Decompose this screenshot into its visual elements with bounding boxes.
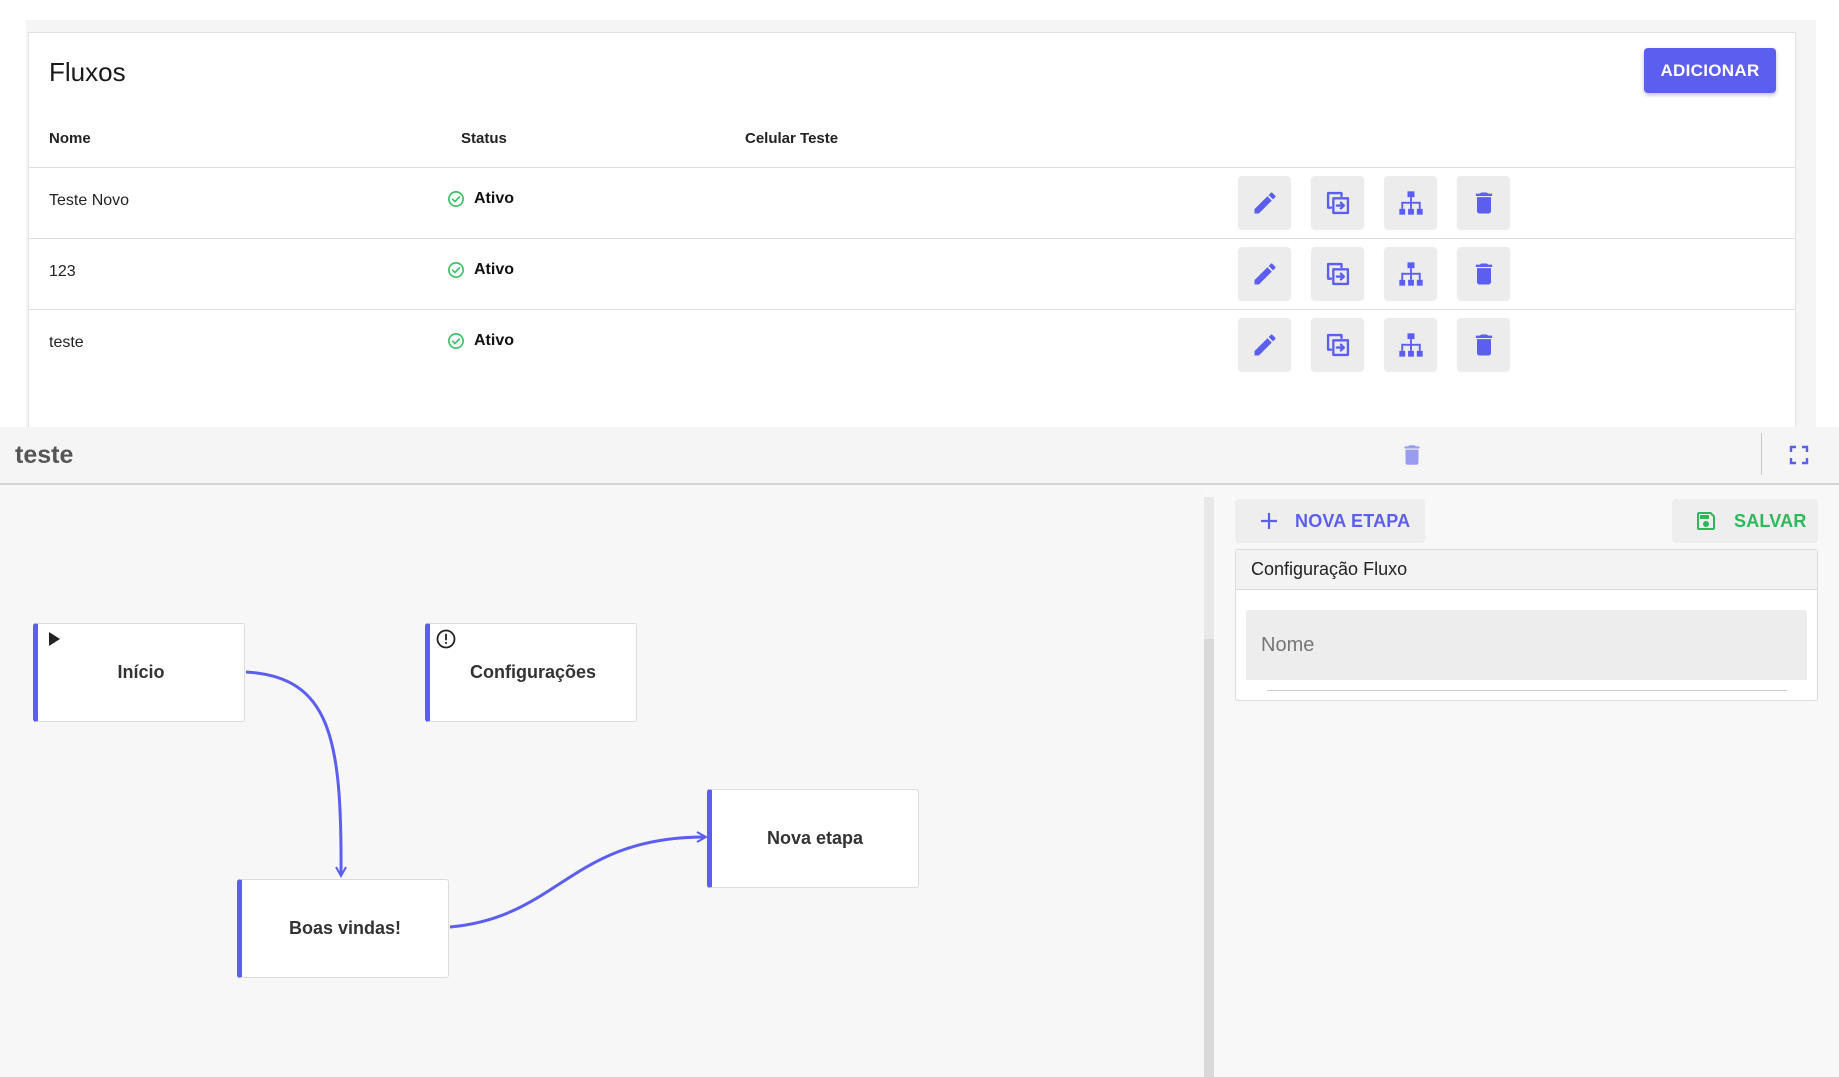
edit-icon	[1254, 333, 1276, 355]
row-status: Ativo	[447, 261, 514, 279]
flow-config-card: Configuração Fluxo	[1235, 549, 1818, 701]
duplicate-button[interactable]	[1311, 247, 1364, 300]
row-actions	[1238, 247, 1510, 300]
edge-start-to-welcome[interactable]	[245, 670, 341, 875]
column-header-test-phone[interactable]: Celular Teste	[745, 130, 838, 147]
save-label: SALVAR	[1734, 510, 1807, 531]
sitemap-icon	[1398, 332, 1423, 357]
row-name: teste	[49, 334, 84, 351]
check-circle-icon	[448, 191, 464, 207]
trash-icon	[1475, 334, 1492, 355]
edit-button[interactable]	[1238, 247, 1291, 300]
duplicate-button[interactable]	[1311, 318, 1364, 371]
fullscreen-button[interactable]	[1781, 437, 1817, 473]
play-icon	[49, 632, 60, 646]
flow-diagram-button[interactable]	[1384, 176, 1437, 229]
node-welcome[interactable]: Boas vindas!	[237, 879, 449, 978]
table-row: teste Ativo	[29, 310, 1795, 381]
row-actions	[1238, 318, 1510, 371]
node-new-step[interactable]: Nova etapa	[707, 789, 919, 888]
trash-icon	[1404, 445, 1420, 465]
fullscreen-icon	[1789, 445, 1809, 465]
flows-panel: Fluxos ADICIONAR Nome Status Celular Tes…	[28, 32, 1796, 427]
editor-title: teste	[15, 441, 74, 469]
node-label: Boas vindas!	[288, 918, 402, 938]
node-settings[interactable]: Configurações	[425, 623, 637, 722]
status-text: Ativo	[474, 261, 514, 278]
delete-button[interactable]	[1457, 176, 1510, 229]
row-actions	[1238, 176, 1510, 229]
sitemap-icon	[1398, 261, 1423, 286]
check-circle-icon	[448, 262, 464, 278]
flow-edges	[245, 670, 1204, 929]
delete-flow-button[interactable]	[1394, 437, 1430, 473]
table-row: 123 Ativo	[29, 239, 1795, 310]
save-button[interactable]: SALVAR	[1672, 499, 1818, 543]
node-label: Configurações	[469, 662, 597, 682]
row-status: Ativo	[447, 190, 514, 208]
edit-button[interactable]	[1238, 176, 1291, 229]
node-start[interactable]: Início	[33, 623, 245, 722]
node-label: Início	[117, 662, 165, 682]
name-input[interactable]	[1246, 610, 1807, 680]
status-text: Ativo	[474, 332, 514, 349]
edit-icon	[1254, 191, 1276, 213]
duplicate-icon	[1326, 262, 1349, 285]
edit-icon	[1254, 262, 1276, 284]
column-header-status[interactable]: Status	[461, 130, 507, 147]
delete-button[interactable]	[1457, 318, 1510, 371]
delete-button[interactable]	[1457, 247, 1510, 300]
editor-header: teste	[0, 427, 1839, 485]
name-field[interactable]	[1246, 610, 1807, 680]
status-text: Ativo	[474, 190, 514, 207]
panel-resize-handle[interactable]	[1204, 497, 1214, 1077]
config-title: Configuração Fluxo	[1236, 550, 1817, 590]
save-icon	[1697, 512, 1715, 530]
flow-diagram-button[interactable]	[1384, 247, 1437, 300]
add-flow-button[interactable]: ADICIONAR	[1644, 48, 1776, 93]
name-field-underline	[1267, 690, 1787, 691]
duplicate-button[interactable]	[1311, 176, 1364, 229]
flow-canvas[interactable]: Início Configurações Boas vindas! Nova e…	[0, 487, 1204, 1077]
edge-welcome-to-new-step[interactable]	[449, 837, 705, 929]
alert-circle-icon	[436, 629, 456, 649]
flow-diagram-button[interactable]	[1384, 318, 1437, 371]
row-name: 123	[49, 263, 76, 280]
row-status: Ativo	[447, 332, 514, 350]
table-row: Teste Novo Ativo	[29, 168, 1795, 239]
new-step-button[interactable]: NOVA ETAPA	[1235, 499, 1425, 543]
column-header-name[interactable]: Nome	[49, 130, 91, 147]
sitemap-icon	[1398, 190, 1423, 215]
plus-icon	[1261, 513, 1277, 529]
side-panel: NOVA ETAPA SALVAR Configuração Fluxo	[1214, 487, 1839, 1077]
row-name: Teste Novo	[49, 192, 130, 209]
check-circle-icon	[448, 333, 464, 349]
node-label: Nova etapa	[766, 828, 864, 848]
flows-page: Fluxos ADICIONAR Nome Status Celular Tes…	[0, 0, 1839, 427]
duplicate-icon	[1326, 191, 1349, 214]
scrollbar-thumb[interactable]	[1204, 497, 1214, 639]
page-title: Fluxos	[49, 57, 126, 87]
trash-icon	[1475, 263, 1492, 284]
new-step-label: NOVA ETAPA	[1295, 510, 1411, 531]
header-divider	[1761, 433, 1762, 475]
flow-editor: teste Início Configurações Boas vindas! …	[0, 427, 1839, 1077]
edit-button[interactable]	[1238, 318, 1291, 371]
trash-icon	[1475, 192, 1492, 213]
duplicate-icon	[1326, 333, 1349, 356]
